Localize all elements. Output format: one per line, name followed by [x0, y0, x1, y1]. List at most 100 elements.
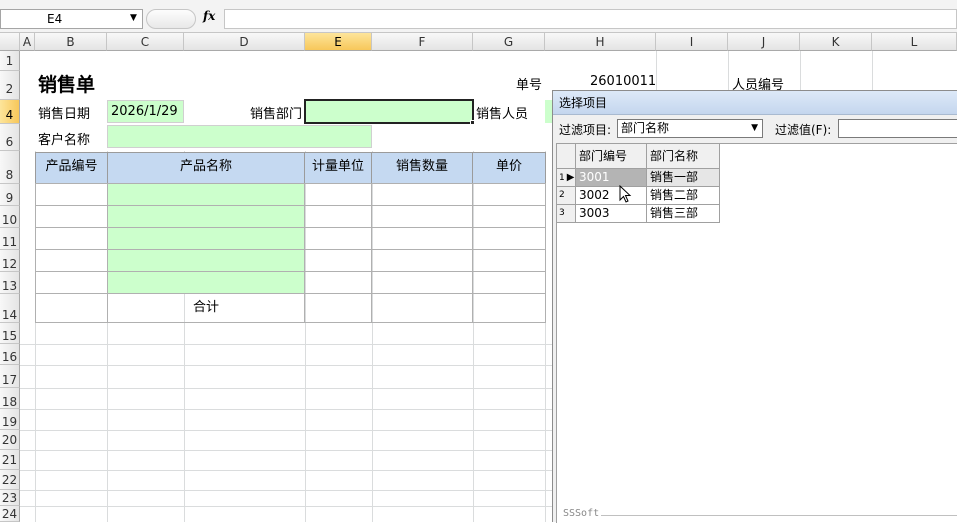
formula-buttons[interactable]: [146, 9, 196, 29]
table-cell[interactable]: [472, 205, 546, 228]
grid-header[interactable]: 部门编号: [575, 143, 647, 169]
column-header[interactable]: L: [872, 33, 957, 51]
fill-handle[interactable]: [470, 120, 475, 125]
column-header[interactable]: G: [473, 33, 545, 51]
row-header[interactable]: 18: [0, 388, 20, 409]
table-cell[interactable]: [472, 249, 546, 272]
table-header: 销售数量: [371, 152, 473, 184]
column-header[interactable]: E: [305, 33, 372, 51]
row-header[interactable]: 16: [0, 344, 20, 365]
filter-item-value: 部门名称: [621, 121, 670, 135]
table-header: 产品名称: [107, 152, 305, 184]
table-cell[interactable]: [371, 249, 473, 272]
page-title: 销售单: [38, 74, 96, 96]
row-header[interactable]: 20: [0, 430, 20, 450]
row-header[interactable]: 6: [0, 124, 20, 151]
table-cell[interactable]: [35, 183, 108, 206]
column-header[interactable]: K: [800, 33, 872, 51]
row-header[interactable]: 21: [0, 450, 20, 470]
row-header[interactable]: 1: [0, 51, 20, 71]
grid-cell[interactable]: 销售二部: [646, 186, 720, 205]
row-header[interactable]: 12: [0, 250, 20, 272]
row-header[interactable]: 15: [0, 323, 20, 344]
table-cell[interactable]: [304, 205, 372, 228]
grid-cell[interactable]: 3001: [575, 168, 647, 187]
customer-field[interactable]: [107, 125, 372, 148]
function-icon[interactable]: fx: [203, 9, 215, 23]
filter-item-label: 过滤项目:: [559, 123, 612, 137]
column-header[interactable]: J: [728, 33, 800, 51]
customer-label: 客户名称: [38, 133, 91, 148]
row-header[interactable]: 23: [0, 490, 20, 506]
row-header[interactable]: 13: [0, 272, 20, 294]
footer-divider: [601, 515, 957, 516]
chevron-down-icon[interactable]: ▼: [751, 120, 758, 137]
grid-row-header[interactable]: 2: [556, 186, 576, 205]
table-cell[interactable]: [472, 183, 546, 206]
column-header[interactable]: B: [35, 33, 107, 51]
row-header[interactable]: 10: [0, 206, 20, 228]
row-header[interactable]: 2: [0, 71, 20, 100]
grid-row-header[interactable]: 3: [556, 204, 576, 223]
select-all-corner[interactable]: [0, 33, 20, 51]
row-header[interactable]: 19: [0, 409, 20, 430]
dept-label: 销售部门: [250, 107, 303, 122]
row-header[interactable]: 24: [0, 506, 20, 522]
table-header: 计量单位: [304, 152, 372, 184]
column-header[interactable]: F: [372, 33, 473, 51]
chevron-down-icon[interactable]: ▼: [130, 13, 137, 23]
column-header[interactable]: C: [107, 33, 184, 51]
table-cell[interactable]: [107, 227, 305, 250]
table-header: 单价: [472, 152, 546, 184]
row-header[interactable]: 17: [0, 365, 20, 388]
row-header[interactable]: 14: [0, 294, 20, 323]
table-cell[interactable]: [35, 205, 108, 228]
column-header[interactable]: D: [184, 33, 305, 51]
formula-input[interactable]: [224, 9, 957, 29]
sales-person-label: 销售人员: [476, 107, 529, 122]
table-cell[interactable]: [472, 293, 546, 323]
table-cell[interactable]: [304, 271, 372, 294]
filter-value-label: 过滤值(F):: [775, 123, 832, 137]
grid-cell[interactable]: 3003: [575, 204, 647, 223]
table-cell[interactable]: [107, 183, 305, 206]
table-cell[interactable]: [371, 227, 473, 250]
table-cell[interactable]: [304, 227, 372, 250]
table-cell[interactable]: [371, 271, 473, 294]
date-label: 销售日期: [38, 107, 91, 122]
column-header[interactable]: H: [545, 33, 656, 51]
filter-item-select[interactable]: 部门名称 ▼: [617, 119, 763, 138]
grid-cell[interactable]: 销售一部: [646, 168, 720, 187]
table-cell[interactable]: [371, 205, 473, 228]
table-cell[interactable]: [35, 271, 108, 294]
filter-value-input[interactable]: [838, 119, 957, 138]
row-header[interactable]: 11: [0, 228, 20, 250]
grid-header[interactable]: 部门名称: [646, 143, 720, 169]
table-cell[interactable]: [472, 271, 546, 294]
column-header[interactable]: A: [20, 33, 35, 51]
table-cell[interactable]: [472, 227, 546, 250]
column-header[interactable]: I: [656, 33, 728, 51]
table-cell[interactable]: [107, 249, 305, 272]
table-cell[interactable]: [107, 205, 305, 228]
row-header[interactable]: 22: [0, 470, 20, 490]
table-cell[interactable]: [304, 293, 372, 323]
table-cell[interactable]: [35, 249, 108, 272]
table-cell[interactable]: [107, 271, 305, 294]
table-cell[interactable]: [35, 227, 108, 250]
name-box[interactable]: E4: [0, 9, 143, 29]
table-cell[interactable]: [35, 293, 108, 323]
grid-cell[interactable]: 销售三部: [646, 204, 720, 223]
footer-brand: SSSoft: [563, 508, 600, 519]
dept-field[interactable]: [304, 99, 474, 124]
table-cell[interactable]: [371, 293, 473, 323]
date-field[interactable]: 2026/1/29: [107, 100, 184, 123]
table-cell[interactable]: [304, 249, 372, 272]
grid-row-header[interactable]: 1 ▶: [556, 168, 576, 187]
table-cell[interactable]: [371, 183, 473, 206]
row-header[interactable]: 4: [0, 100, 20, 124]
row-header[interactable]: 8: [0, 151, 20, 184]
table-cell[interactable]: [304, 183, 372, 206]
grid-cell[interactable]: 3002: [575, 186, 647, 205]
row-header[interactable]: 9: [0, 184, 20, 206]
